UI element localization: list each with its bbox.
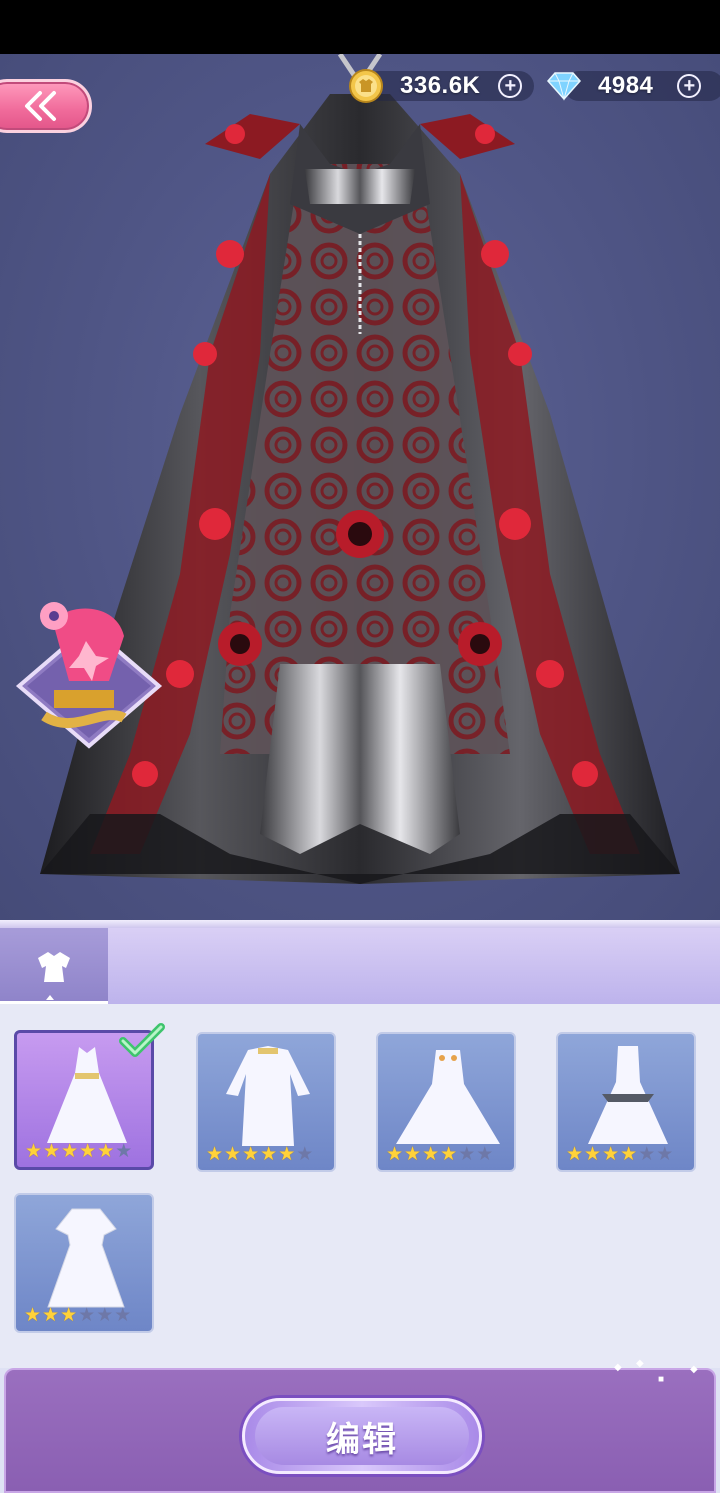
star-icon: ★ — [296, 1144, 314, 1165]
star-icon: ★ — [386, 1144, 404, 1165]
star-icon: ★ — [440, 1144, 458, 1165]
edit-button-label: 编辑 — [326, 1420, 398, 1459]
check-icon — [119, 1023, 165, 1057]
star-icon: ★ — [404, 1144, 422, 1165]
star-icon: ★ — [242, 1144, 260, 1165]
gold-amount: 336.6K — [400, 72, 481, 99]
star-icon: ★ — [78, 1305, 96, 1326]
star-icon: ★ — [260, 1144, 278, 1165]
star-rating: ★ ★ ★ ★ ★ ★ — [25, 1142, 132, 1161]
star-icon: ★ — [79, 1141, 97, 1162]
star-icon: ★ — [114, 1305, 132, 1326]
star-rating: ★ ★ ★ ★ ★ ★ — [206, 1145, 313, 1164]
star-icon: ★ — [638, 1144, 656, 1165]
item-card-4[interactable]: ★ ★ ★ ★ ★ ★ — [556, 1032, 696, 1172]
dress-category-icon — [38, 952, 70, 982]
sparkle-icon: ◆ — [614, 1362, 622, 1373]
edit-button[interactable]: 编辑 — [242, 1398, 482, 1474]
star-icon: ★ — [43, 1141, 61, 1162]
star-icon: ★ — [422, 1144, 440, 1165]
diamond-amount: 4984 — [598, 72, 654, 99]
design-tool-button[interactable] — [14, 586, 164, 756]
tab-caret — [46, 995, 54, 1000]
star-icon: ★ — [24, 1305, 42, 1326]
item-card-3[interactable]: ★ ★ ★ ★ ★ ★ — [376, 1032, 516, 1172]
sparkle-icon: ■ — [658, 1374, 665, 1385]
star-icon: ★ — [566, 1144, 584, 1165]
category-bar — [0, 928, 720, 1004]
back-button[interactable] — [0, 79, 92, 133]
star-icon: ★ — [206, 1144, 224, 1165]
star-icon: ★ — [656, 1144, 674, 1165]
star-rating: ★ ★ ★ ★ ★ ★ — [24, 1306, 131, 1325]
dress-preview-stage: 336.6K + 4984 + — [0, 54, 720, 920]
star-rating: ★ ★ ★ ★ ★ ★ — [566, 1145, 673, 1164]
star-icon: ★ — [278, 1144, 296, 1165]
star-rating: ★ ★ ★ ★ ★ ★ — [386, 1145, 493, 1164]
star-icon: ★ — [458, 1144, 476, 1165]
star-icon: ★ — [476, 1144, 494, 1165]
item-card-5[interactable]: ★ ★ ★ ★ ★ ★ — [14, 1193, 154, 1333]
star-icon: ★ — [25, 1141, 43, 1162]
star-icon: ★ — [584, 1144, 602, 1165]
star-icon: ★ — [620, 1144, 638, 1165]
status-bar — [0, 0, 720, 54]
star-icon: ★ — [97, 1141, 115, 1162]
star-icon: ★ — [96, 1305, 114, 1326]
wardrobe-panel: ★ ★ ★ ★ ★ ★ ★ ★ ★ ★ ★ ★ ★ ★ ★ ★ ★ ★ ★ ★ … — [0, 920, 720, 1493]
double-chevron-left-icon — [25, 91, 56, 121]
star-icon: ★ — [115, 1141, 133, 1162]
sparkle-icon: ◆ — [690, 1364, 698, 1375]
diamond-counter: 4984 + — [546, 68, 720, 104]
item-card-1[interactable]: ★ ★ ★ ★ ★ ★ — [14, 1023, 165, 1170]
item-card-2[interactable]: ★ ★ ★ ★ ★ ★ — [196, 1032, 336, 1172]
star-icon: ★ — [42, 1305, 60, 1326]
star-icon: ★ — [602, 1144, 620, 1165]
panel-divider — [0, 920, 720, 928]
edit-footer: ◆ ◆ ■ ◆ 编辑 — [4, 1358, 716, 1493]
sparkle-icon: ◆ — [636, 1358, 644, 1369]
star-icon: ★ — [224, 1144, 242, 1165]
category-tab-dress[interactable] — [0, 928, 108, 1004]
gold-coin-icon — [349, 69, 383, 103]
diamond-icon — [547, 72, 581, 101]
star-icon: ★ — [60, 1305, 78, 1326]
items-grid: ★ ★ ★ ★ ★ ★ ★ ★ ★ ★ ★ ★ ★ ★ ★ ★ ★ ★ ★ ★ … — [0, 1004, 720, 1368]
gold-counter: 336.6K + — [348, 68, 534, 104]
star-icon: ★ — [61, 1141, 79, 1162]
dress-preview[interactable] — [30, 54, 690, 894]
